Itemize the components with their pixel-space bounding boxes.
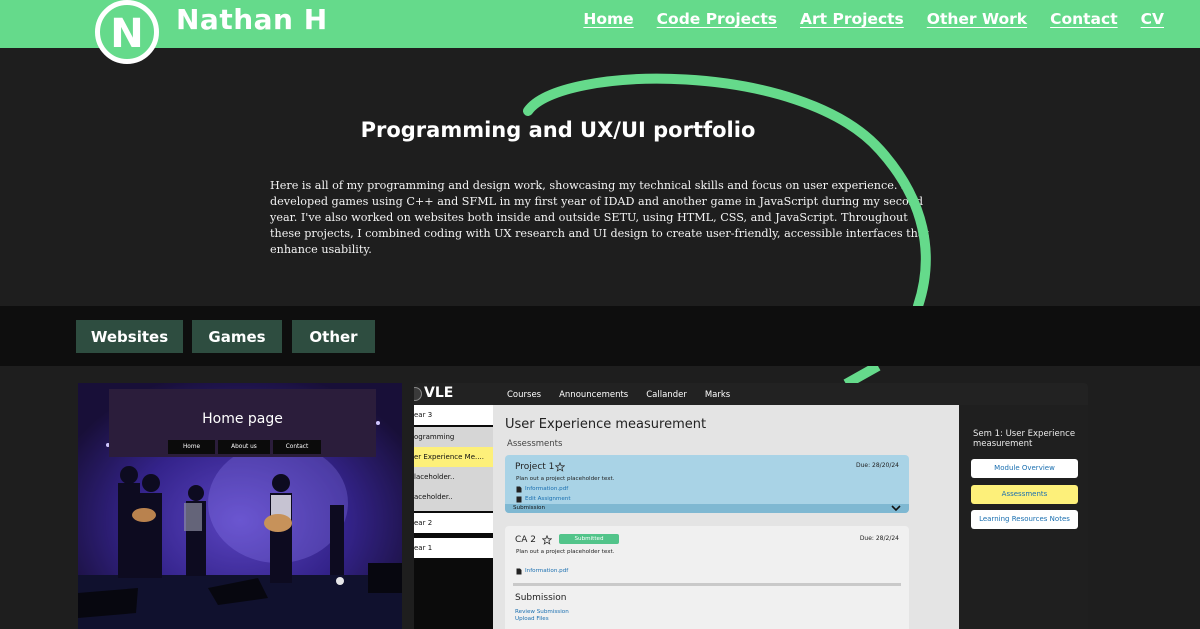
- vle-topbar: VLE Courses Announcements Callander Mark…: [414, 383, 1088, 405]
- vle-section-title: Assessments: [507, 439, 563, 449]
- main-nav: Home Code Projects Art Projects Other Wo…: [583, 10, 1164, 28]
- nav-contact[interactable]: Contact: [1050, 10, 1118, 28]
- vle-menu-announcements: Announcements: [559, 390, 629, 400]
- nav-art-projects[interactable]: Art Projects: [800, 10, 904, 28]
- filter-websites-button[interactable]: Websites: [76, 320, 183, 353]
- home-page-mock-nav: Home About us Contact: [168, 440, 321, 454]
- project-gallery: Home page Home About us Contact VLE Cour…: [0, 366, 1200, 629]
- mock-nav-about: About us: [218, 440, 270, 454]
- home-page-title: Home page: [202, 411, 283, 427]
- vle-right-panel: Sem 1: User Experience measurement Modul…: [959, 405, 1088, 629]
- site-header: Nathan H Home Code Projects Art Projects…: [0, 0, 1200, 48]
- ca2-due: Due: 28/2/24: [859, 535, 899, 542]
- site-brand[interactable]: Nathan H: [176, 3, 328, 36]
- status-badge: Submitted: [559, 534, 619, 544]
- project1-info-link: Information.pdf: [525, 486, 569, 492]
- star-icon: [555, 462, 565, 472]
- home-page-mock-header: Home page Home About us Contact: [109, 389, 376, 457]
- chevron-down-icon: [891, 505, 901, 512]
- vle-side-year2: ear 2: [414, 513, 493, 533]
- vle-logo-icon: [414, 387, 422, 401]
- vle-logo: VLE: [424, 385, 454, 401]
- vle-page-title: User Experience measurement: [505, 417, 707, 432]
- nav-other-work[interactable]: Other Work: [927, 10, 1027, 28]
- ca2-info-link: Information.pdf: [525, 568, 569, 574]
- project1-description: Plan out a project placeholder text.: [516, 476, 615, 482]
- project1-name: Project 1: [515, 462, 555, 472]
- vle-side-year3: ear 3: [414, 405, 493, 425]
- edit-icon: [516, 496, 522, 503]
- mock-nav-contact: Contact: [273, 440, 321, 454]
- ca2-upload-link: Upload Files: [515, 616, 549, 622]
- vle-side-year1: ear 1: [414, 538, 493, 558]
- page-title: Programming and UX/UI portfolio: [360, 118, 756, 142]
- ca2-submission-title: Submission: [515, 593, 567, 603]
- vle-side-placeholder-2: aceholder..: [414, 487, 493, 511]
- hero-description: Here is all of my programming and design…: [270, 179, 930, 256]
- star-icon: [542, 535, 552, 545]
- site-logo[interactable]: N: [95, 0, 159, 64]
- vle-side-ux: er Experience Me....: [414, 447, 493, 467]
- nav-home[interactable]: Home: [583, 10, 633, 28]
- project1-submission-label: Submission: [513, 505, 546, 511]
- vle-sidebar: ear 3 ogramming er Experience Me.... lac…: [414, 405, 493, 629]
- mock-nav-home: Home: [168, 440, 215, 454]
- file-icon: [516, 486, 522, 493]
- ca2-review-link: Review Submission: [515, 609, 569, 615]
- ca2-divider: [513, 583, 901, 586]
- ca2-description: Plan out a project placeholder text.: [516, 549, 615, 555]
- vle-side-placeholder-1: laceholder..: [414, 467, 493, 487]
- project-card-vle[interactable]: VLE Courses Announcements Callander Mark…: [414, 383, 1088, 629]
- project1-due: Due: 28/20/24: [856, 462, 899, 469]
- vle-menu: Courses Announcements Callander Marks: [507, 390, 748, 400]
- file-icon: [516, 568, 522, 575]
- vle-menu-callander: Callander: [646, 390, 687, 400]
- nav-code-projects[interactable]: Code Projects: [657, 10, 777, 28]
- learning-resources-button: Learning Resources Notes: [971, 510, 1078, 529]
- logo-letter: N: [110, 11, 144, 57]
- vle-side-programming: ogramming: [414, 427, 493, 447]
- filter-games-button[interactable]: Games: [192, 320, 282, 353]
- ca2-name: CA 2: [515, 535, 537, 545]
- vle-project1-card: Project 1 Due: 28/20/24 Plan out a proje…: [505, 455, 909, 513]
- vle-ca2-card: CA 2 Submitted Due: 28/2/24 Plan out a p…: [505, 526, 909, 629]
- hero-section: Programming and UX/UI portfolio Here is …: [0, 48, 1200, 306]
- filter-bar: Websites Games Other: [0, 306, 1200, 366]
- module-overview-button: Module Overview: [971, 459, 1078, 478]
- filter-other-button[interactable]: Other: [292, 320, 375, 353]
- nav-cv[interactable]: CV: [1141, 10, 1164, 28]
- project1-edit-link: Edit Assignment: [525, 496, 571, 502]
- vle-main: User Experience measurement Assessments …: [493, 405, 959, 629]
- project-card-home-page[interactable]: Home page Home About us Contact: [78, 383, 402, 629]
- vle-menu-courses: Courses: [507, 390, 542, 400]
- assessments-button: Assessments: [971, 485, 1078, 504]
- vle-module-title: Sem 1: User Experience measurement: [973, 429, 1076, 449]
- project1-submission-bar: Submission: [505, 504, 909, 513]
- vle-menu-marks: Marks: [704, 390, 731, 400]
